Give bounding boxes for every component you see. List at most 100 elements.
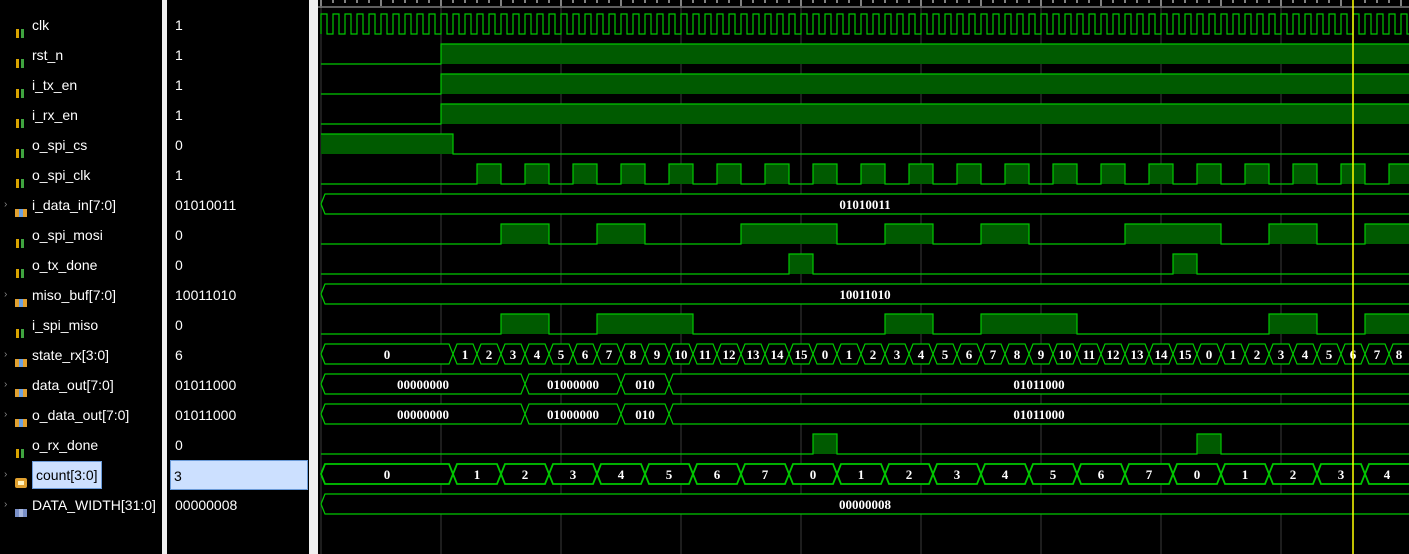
high-level-fill bbox=[1365, 314, 1409, 334]
timeline-tick-label: 300 ns bbox=[683, 0, 717, 1]
signal-name-label: i_spi_miso bbox=[32, 317, 99, 333]
expand-chevron-icon[interactable]: › bbox=[4, 490, 12, 520]
bus-value-label: 13 bbox=[1131, 347, 1145, 362]
signal-row-name[interactable]: o_spi_clk bbox=[0, 160, 162, 190]
signal-row-name[interactable]: clk bbox=[0, 10, 162, 40]
expand-chevron-icon[interactable]: › bbox=[4, 340, 12, 370]
bus-signal-icon bbox=[15, 409, 27, 427]
high-level-fill bbox=[597, 224, 645, 244]
bus-value-label: 3 bbox=[570, 467, 577, 482]
bus-value-label: 9 bbox=[654, 347, 661, 362]
bus-value-label: 12 bbox=[723, 347, 736, 362]
signal-row-name[interactable]: o_spi_mosi bbox=[0, 220, 162, 250]
bit-signal-icon bbox=[15, 439, 27, 458]
signal-row-value[interactable]: 0 bbox=[167, 220, 309, 250]
waveform-panel[interactable]: 0 ns 100 ns 200 ns 300 ns 400 ns 500 ns 600 ns… bbox=[318, 0, 1409, 554]
bit-signal-icon bbox=[15, 49, 27, 68]
signal-value-label: 0 bbox=[175, 137, 183, 153]
timeline-tick-label: 800 ns bbox=[1283, 0, 1317, 1]
signal-row-value[interactable]: 3 bbox=[170, 460, 308, 490]
signal-name-label: o_spi_mosi bbox=[32, 227, 103, 243]
signal-row-name[interactable]: o_tx_done bbox=[0, 250, 162, 280]
bus-value-label: 3 bbox=[1278, 347, 1285, 362]
signal-row-value[interactable]: 1 bbox=[167, 40, 309, 70]
signal-row-value[interactable]: 1 bbox=[167, 160, 309, 190]
high-level-fill bbox=[717, 164, 741, 184]
bus-value-label: 0 bbox=[810, 467, 817, 482]
signal-name-label: miso_buf[7:0] bbox=[32, 287, 117, 303]
signal-row-name[interactable]: rst_n bbox=[0, 40, 162, 70]
high-level-fill bbox=[597, 314, 693, 334]
signal-row-name[interactable]: › o_data_out[7:0] bbox=[0, 400, 162, 430]
bus-value-label: 01000000 bbox=[547, 377, 599, 392]
signal-row-name[interactable]: i_tx_en bbox=[0, 70, 162, 100]
expand-chevron-icon[interactable]: › bbox=[4, 190, 12, 220]
bus-value-label: 6 bbox=[714, 467, 721, 482]
bit-signal-icon bbox=[15, 169, 27, 188]
bus-value-label: 6 bbox=[1098, 467, 1105, 482]
signal-name-label: o_tx_done bbox=[32, 257, 98, 273]
high-level-fill bbox=[1149, 164, 1173, 184]
signal-value-label: 1 bbox=[175, 107, 183, 123]
signal-name-label: data_out[7:0] bbox=[32, 377, 114, 393]
expand-chevron-icon[interactable]: › bbox=[4, 370, 12, 400]
high-level-fill bbox=[789, 254, 813, 274]
signal-name-label: o_spi_clk bbox=[32, 167, 91, 183]
bus-value-label: 3 bbox=[510, 347, 517, 362]
signal-row-value[interactable]: 6 bbox=[167, 340, 309, 370]
signal-row-value[interactable]: 01010011 bbox=[167, 190, 309, 220]
signal-row-name[interactable]: o_rx_done bbox=[0, 430, 162, 460]
bit-waveform bbox=[321, 253, 1409, 275]
bus-value-label: 4 bbox=[1002, 467, 1009, 482]
expand-chevron-icon[interactable]: › bbox=[4, 400, 12, 430]
signal-name-label: o_rx_done bbox=[32, 437, 99, 453]
timeline-tick-label: 0 ns bbox=[323, 0, 344, 1]
signal-row-name[interactable]: › data_out[7:0] bbox=[0, 370, 162, 400]
signal-row-value[interactable]: 00000008 bbox=[167, 490, 309, 520]
bus-value-label: 1 bbox=[858, 467, 865, 482]
signal-name-label: DATA_WIDTH[31:0] bbox=[32, 497, 156, 513]
signal-row-value[interactable]: 01011000 bbox=[167, 370, 309, 400]
high-level-fill bbox=[441, 74, 1409, 94]
signal-row-value[interactable]: 0 bbox=[167, 430, 309, 460]
bus-value-label: 14 bbox=[771, 347, 785, 362]
signal-row-name[interactable]: › DATA_WIDTH[31:0] bbox=[0, 490, 162, 520]
panel-divider[interactable] bbox=[309, 0, 318, 554]
waveform-canvas[interactable]: 0 ns 100 ns 200 ns 300 ns 400 ns 500 ns 600 ns… bbox=[318, 0, 1409, 554]
high-level-fill bbox=[885, 224, 933, 244]
signal-row-value[interactable]: 0 bbox=[167, 130, 309, 160]
bus-value-label: 4 bbox=[534, 347, 541, 362]
high-level-fill bbox=[861, 164, 885, 184]
bus-signal-icon bbox=[15, 199, 27, 217]
signal-row-name[interactable]: o_spi_cs bbox=[0, 130, 162, 160]
signal-value-label: 01011000 bbox=[175, 407, 237, 423]
bus-value-label: 2 bbox=[870, 347, 877, 362]
bus-value-label: 7 bbox=[1374, 347, 1381, 362]
signal-row-name[interactable]: i_spi_miso bbox=[0, 310, 162, 340]
high-level-fill bbox=[813, 434, 837, 454]
signal-row-name[interactable]: i_rx_en bbox=[0, 100, 162, 130]
signal-row-name[interactable]: › count[3:0] bbox=[0, 460, 162, 490]
bus-value-label: 6 bbox=[582, 347, 589, 362]
signal-row-value[interactable]: 10011010 bbox=[167, 280, 309, 310]
signal-row-name[interactable]: › miso_buf[7:0] bbox=[0, 280, 162, 310]
high-level-fill bbox=[441, 44, 1409, 64]
signal-value-label: 0 bbox=[175, 437, 183, 453]
signal-value-label: 0 bbox=[175, 317, 183, 333]
bit-waveform bbox=[321, 223, 1409, 245]
signal-row-value[interactable]: 0 bbox=[167, 250, 309, 280]
signal-row-value[interactable]: 0 bbox=[167, 310, 309, 340]
signal-row-value[interactable]: 01011000 bbox=[167, 400, 309, 430]
signal-name-label: o_data_out[7:0] bbox=[32, 407, 130, 423]
high-level-fill bbox=[909, 164, 933, 184]
bus-value-label: 0 bbox=[1206, 347, 1213, 362]
expand-chevron-icon[interactable]: › bbox=[4, 460, 12, 490]
signal-row-value[interactable]: 1 bbox=[167, 10, 309, 40]
bus-value-label: 8 bbox=[1014, 347, 1021, 362]
bus-value-label: 8 bbox=[1396, 347, 1403, 362]
expand-chevron-icon[interactable]: › bbox=[4, 280, 12, 310]
signal-row-value[interactable]: 1 bbox=[167, 100, 309, 130]
signal-row-value[interactable]: 1 bbox=[167, 70, 309, 100]
signal-row-name[interactable]: › state_rx[3:0] bbox=[0, 340, 162, 370]
signal-row-name[interactable]: › i_data_in[7:0] bbox=[0, 190, 162, 220]
